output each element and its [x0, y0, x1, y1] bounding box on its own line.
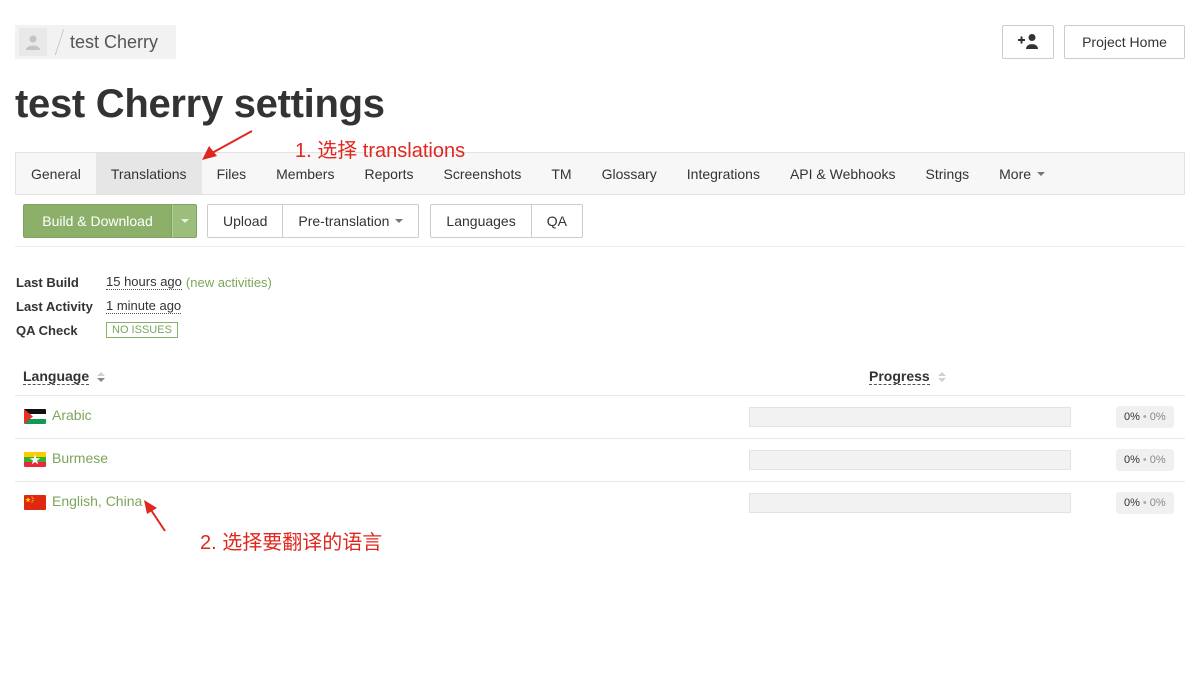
toolbar-divider: [15, 246, 1185, 247]
breadcrumb: test Cherry: [15, 25, 176, 59]
tab-integrations[interactable]: Integrations: [672, 153, 775, 194]
caret-down-icon: [180, 219, 189, 223]
annotation-step-2: 2. 选择要翻译的语言: [200, 532, 383, 554]
upload-button[interactable]: Upload: [207, 204, 284, 238]
translated-percent: 0%: [1124, 454, 1140, 466]
upload-button-group: Upload Pre-translation: [207, 204, 420, 238]
palestine-flag-icon: [24, 409, 46, 424]
china-flag-icon: [24, 495, 46, 510]
separator-dot: •: [1142, 497, 1147, 509]
last-build-value: 15 hours ago: [106, 273, 182, 290]
column-header-language[interactable]: Language: [23, 368, 106, 385]
settings-tabs: General Translations Files Members Repor…: [15, 152, 1185, 195]
last-activity-label: Last Activity: [16, 298, 93, 314]
last-build-label: Last Build: [16, 274, 79, 290]
progress-badge: 0% • 0%: [1116, 406, 1174, 428]
sort-icon: [97, 371, 106, 382]
caret-down-icon: [395, 219, 404, 223]
column-header-progress-label: Progress: [869, 368, 930, 385]
tab-general[interactable]: General: [16, 153, 96, 194]
progress-bar: [749, 407, 1071, 427]
qa-status-badge[interactable]: NO ISSUES: [106, 322, 178, 338]
tab-files[interactable]: Files: [202, 153, 262, 194]
pre-translation-button[interactable]: Pre-translation: [283, 204, 420, 238]
last-activity-value: 1 minute ago: [106, 297, 182, 314]
translated-percent: 0%: [1124, 497, 1140, 509]
add-user-icon: [1017, 33, 1039, 52]
table-row[interactable]: Arabic 0% • 0%: [15, 395, 1185, 437]
sort-icon: [937, 371, 946, 382]
progress-badge: 0% • 0%: [1116, 449, 1174, 471]
progress-bar: [749, 450, 1071, 470]
myanmar-flag-icon: [24, 452, 46, 467]
breadcrumb-separator: [54, 29, 65, 55]
tab-api-webhooks[interactable]: API & Webhooks: [775, 153, 911, 194]
qa-check-row: QA Check NO ISSUES: [16, 318, 272, 342]
pre-translation-label: Pre-translation: [298, 213, 390, 229]
language-link[interactable]: Arabic: [52, 407, 92, 423]
build-download-dropdown-toggle[interactable]: [172, 204, 197, 238]
annotation-step-1: 1. 选择 translations: [295, 140, 466, 162]
qa-button[interactable]: QA: [531, 204, 583, 238]
add-user-button[interactable]: [1002, 25, 1054, 59]
approved-percent: 0%: [1149, 497, 1166, 509]
tab-translations[interactable]: Translations: [95, 153, 202, 194]
translations-toolbar: Build & Download Upload Pre-translation …: [23, 204, 583, 238]
new-activities-link[interactable]: (new activities): [186, 275, 272, 290]
tab-strings[interactable]: Strings: [911, 153, 985, 194]
tab-more-label: More: [999, 165, 1032, 182]
page-title: test Cherry settings: [15, 82, 385, 126]
column-header-language-label: Language: [23, 368, 90, 385]
tab-more[interactable]: More: [984, 153, 1060, 194]
progress-bar: [749, 493, 1071, 513]
tab-glossary[interactable]: Glossary: [587, 153, 672, 194]
progress-badge: 0% • 0%: [1116, 492, 1174, 514]
translated-percent: 0%: [1124, 411, 1140, 423]
table-row[interactable]: Burmese 0% • 0%: [15, 438, 1185, 480]
table-row[interactable]: English, China 0% • 0%: [15, 481, 1185, 523]
approved-percent: 0%: [1149, 411, 1166, 423]
last-activity-row: Last Activity 1 minute ago: [16, 294, 272, 318]
tab-tm[interactable]: TM: [536, 153, 586, 194]
separator-dot: •: [1142, 411, 1147, 423]
build-stats: Last Build 15 hours ago (new activities)…: [16, 270, 272, 342]
last-build-row: Last Build 15 hours ago (new activities): [16, 270, 272, 294]
language-link[interactable]: English, China: [52, 493, 142, 509]
project-avatar-icon[interactable]: [19, 28, 47, 56]
approved-percent: 0%: [1149, 454, 1166, 466]
column-header-progress[interactable]: Progress: [869, 368, 946, 385]
qa-check-label: QA Check: [16, 322, 78, 338]
project-home-button[interactable]: Project Home: [1064, 25, 1185, 59]
languages-button[interactable]: Languages: [430, 204, 532, 238]
breadcrumb-project-title[interactable]: test Cherry: [70, 32, 158, 53]
build-download-button[interactable]: Build & Download: [23, 204, 172, 238]
separator-dot: •: [1142, 454, 1147, 466]
caret-down-icon: [1037, 171, 1046, 176]
languages-button-group: Languages QA: [430, 204, 583, 238]
language-link[interactable]: Burmese: [52, 450, 108, 466]
